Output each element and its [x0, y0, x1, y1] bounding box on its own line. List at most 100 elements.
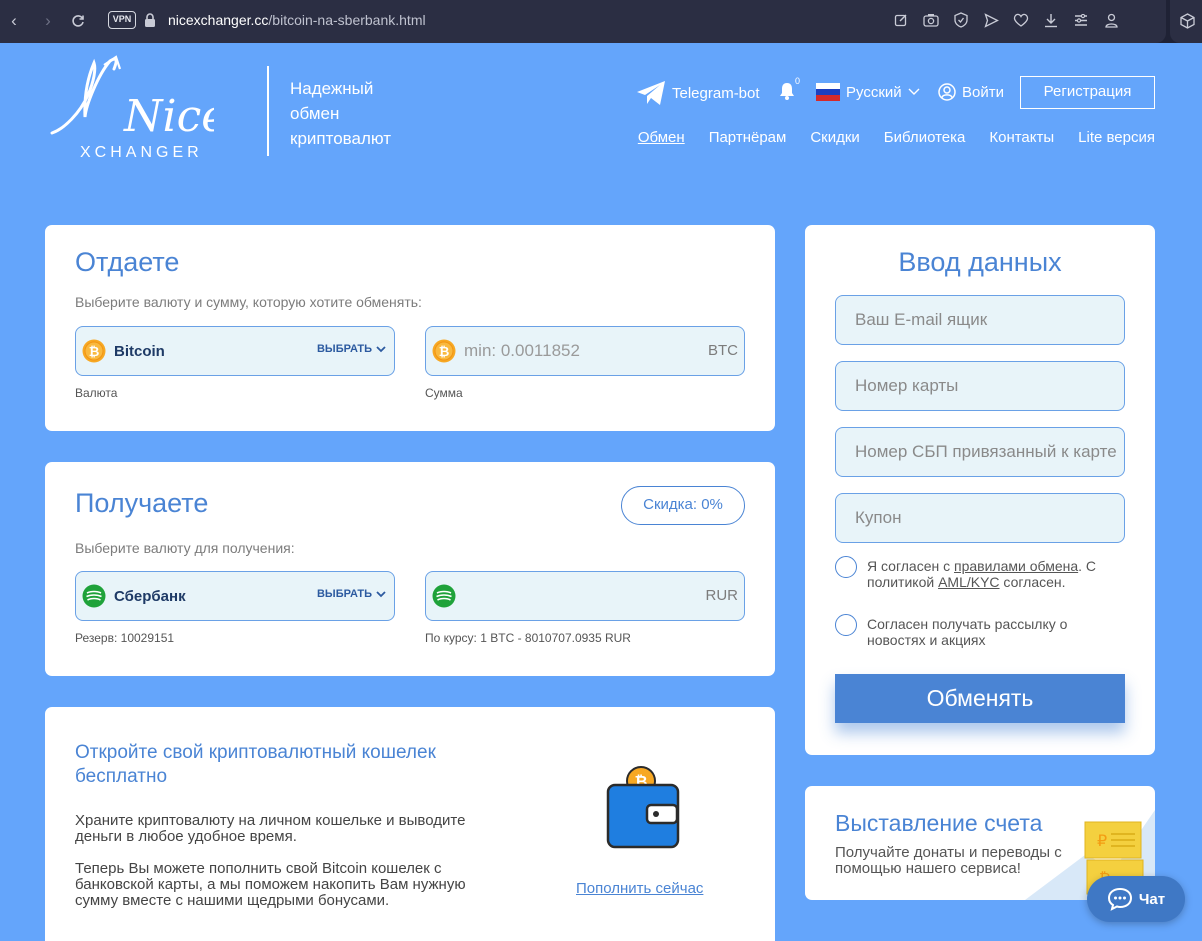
data-entry-card: Ввод данных Я согласен с правилами обмен… — [805, 225, 1155, 755]
edit-icon[interactable] — [892, 11, 910, 29]
browser-address-area: ‹ › VPN nicexchanger.cc/bitcoin-na-sberb… — [0, 0, 1166, 43]
notifications-button[interactable] — [779, 82, 795, 100]
send-icon[interactable] — [982, 11, 1000, 29]
topup-now-link[interactable]: Пополнить сейчас — [576, 880, 703, 897]
svg-text:₿: ₿ — [89, 345, 100, 360]
give-choose-button[interactable]: ВЫБРАТЬ — [317, 343, 386, 355]
telegram-bot-link[interactable]: Telegram-bot — [636, 80, 760, 106]
promo-title: Откройте свой криптовалютный кошелек бес… — [75, 742, 436, 787]
give-currency-caption: Валюта — [75, 386, 118, 400]
profile-icon[interactable] — [1102, 11, 1120, 29]
give-amount-currency: BTC — [708, 342, 738, 359]
vpn-badge[interactable]: VPN — [108, 11, 136, 29]
agree-rules-checkbox[interactable] — [835, 556, 857, 578]
site-logo[interactable]: Nice XCHANGER — [44, 55, 214, 165]
sberbank-icon — [82, 584, 106, 608]
invoice-text: Получайте донаты и переводы с помощью на… — [835, 844, 1062, 877]
lock-icon — [145, 13, 155, 27]
camera-icon[interactable] — [922, 11, 940, 29]
agree-rules-text: Я согласен с правилами обмена. С политик… — [867, 558, 1129, 590]
menu-lines-icon[interactable] — [1072, 11, 1090, 29]
rate-text: По курсу: 1 BTC - 8010707.0935 RUR — [425, 631, 631, 645]
login-label: Войти — [962, 83, 1004, 101]
give-amount-input[interactable] — [464, 341, 684, 361]
language-select[interactable]: Русский — [816, 83, 920, 101]
shield-icon[interactable] — [952, 11, 970, 29]
exchange-rules-link[interactable]: правилами обмена — [954, 558, 1078, 574]
menu-item-library[interactable]: Библиотека — [884, 129, 966, 146]
bitcoin-icon: ₿ — [82, 339, 106, 363]
sberbank-icon — [432, 584, 456, 608]
agree-suffix: согласен. — [999, 574, 1066, 590]
promo-text-1: Храните криптовалюту на личном кошельке … — [75, 812, 466, 845]
register-button[interactable]: Регистрация — [1020, 76, 1155, 109]
chevron-down-icon — [908, 88, 920, 95]
user-icon — [938, 83, 956, 101]
address-bar[interactable]: nicexchanger.cc/bitcoin-na-sberbank.html — [168, 12, 426, 28]
chevron-down-icon — [376, 345, 386, 352]
promo-text-2: Теперь Вы можете пополнить свой Bitcoin … — [75, 860, 466, 909]
menu-item-lite[interactable]: Lite версия — [1078, 129, 1155, 146]
url-path: /bitcoin-na-sberbank.html — [268, 12, 426, 28]
receive-amount-input[interactable] — [464, 586, 684, 606]
invoice-title: Выставление счета — [835, 810, 1043, 836]
give-amount-field[interactable]: ₿ BTC — [425, 326, 745, 376]
menu-item-partners[interactable]: Партнёрам — [709, 129, 787, 146]
give-title: Отдаете — [75, 247, 180, 277]
main-menu: Обмен Партнёрам Скидки Библиотека Контак… — [638, 129, 1155, 146]
notifications-count: 0 — [795, 76, 801, 86]
chat-label: Чат — [1138, 890, 1166, 908]
telegram-bot-label: Telegram-bot — [672, 84, 760, 102]
newsletter-text: Согласен получать рассылку о новостях и … — [867, 616, 1068, 648]
receive-amount-currency: RUR — [705, 587, 739, 604]
give-amount-caption: Сумма — [425, 386, 463, 400]
heart-icon[interactable] — [1012, 11, 1030, 29]
menu-item-exchange[interactable]: Обмен — [638, 129, 685, 146]
email-input[interactable] — [835, 295, 1125, 345]
language-label: Русский — [846, 83, 902, 101]
receive-card: Получаете Скидка: 0% Выберите валюту для… — [45, 462, 775, 676]
back-icon[interactable]: ‹ — [4, 10, 24, 32]
receive-choose-button[interactable]: ВЫБРАТЬ — [317, 588, 386, 600]
give-choose-label: ВЫБРАТЬ — [316, 343, 372, 355]
logo-wordmark: Nice — [123, 91, 214, 142]
extensions-area — [1170, 0, 1202, 43]
reload-icon[interactable] — [68, 10, 88, 32]
give-subtitle: Выберите валюту и сумму, которую хотите … — [75, 294, 422, 310]
download-icon[interactable] — [1042, 11, 1060, 29]
login-link[interactable]: Войти — [938, 83, 1004, 101]
russia-flag-icon — [816, 83, 840, 101]
give-currency-select[interactable]: ₿ Bitcoin ВЫБРАТЬ — [75, 326, 395, 376]
url-host: nicexchanger.cc — [168, 12, 269, 28]
wallet-promo-card: Откройте свой криптовалютный кошелек бес… — [45, 707, 775, 941]
svg-text:₿: ₿ — [439, 345, 450, 360]
coupon-input[interactable] — [835, 493, 1125, 543]
receive-subtitle: Выберите валюту для получения: — [75, 540, 295, 556]
chat-button[interactable]: Чат — [1087, 876, 1185, 922]
forward-icon[interactable]: › — [38, 10, 58, 32]
svg-text:₽: ₽ — [1097, 831, 1107, 850]
logo-subtitle: XCHANGER — [80, 144, 203, 161]
discount-badge[interactable]: Скидка: 0% — [621, 486, 745, 525]
give-currency-name: Bitcoin — [114, 342, 165, 360]
bell-icon — [780, 83, 794, 100]
receive-choose-label: ВЫБРАТЬ — [316, 588, 372, 600]
agree-prefix: Я согласен с — [867, 558, 954, 574]
exchange-submit-button[interactable]: Обменять — [835, 674, 1125, 723]
telegram-icon — [637, 81, 665, 105]
receive-amount-field[interactable]: RUR — [425, 571, 745, 621]
aml-kyc-link[interactable]: AML/KYC — [938, 574, 999, 590]
sbp-number-input[interactable] — [835, 427, 1125, 477]
menu-item-discounts[interactable]: Скидки — [810, 129, 859, 146]
receive-title: Получаете — [75, 488, 209, 518]
receive-currency-select[interactable]: Сбербанк ВЫБРАТЬ — [75, 571, 395, 621]
card-number-input[interactable] — [835, 361, 1125, 411]
newsletter-checkbox[interactable] — [835, 614, 857, 636]
chevron-down-icon — [376, 590, 386, 597]
site-tagline: Надежный обмен криптовалют — [290, 79, 392, 148]
bitcoin-icon: ₿ — [432, 339, 456, 363]
menu-item-contacts[interactable]: Контакты — [989, 129, 1054, 146]
wallet-icon: ₿ — [606, 766, 680, 849]
form-title: Ввод данных — [898, 247, 1062, 277]
box-icon[interactable] — [1178, 12, 1196, 30]
